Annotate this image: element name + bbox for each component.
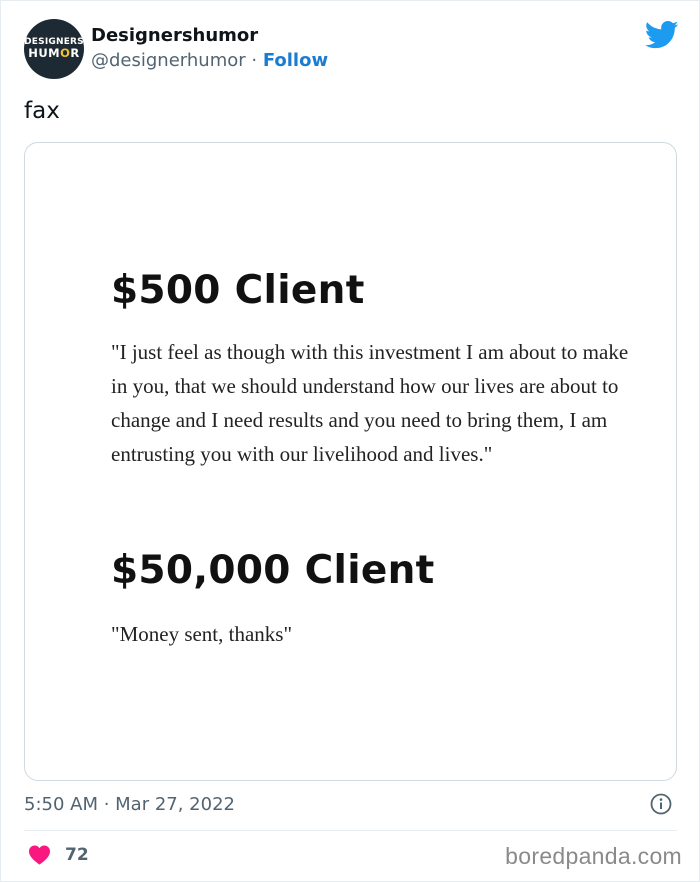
author-handle-line: @designerhumor · Follow [91, 48, 328, 74]
tweet-media-image[interactable]: $500 Client "I just feel as though with … [24, 142, 677, 781]
author-names: Designershumor @designerhumor · Follow [91, 24, 328, 74]
author-display-name[interactable]: Designershumor [91, 24, 328, 48]
like-button[interactable]: 72 [28, 844, 89, 865]
handle-separator: · [245, 50, 263, 71]
avatar[interactable]: DESIGNERS HUMOR [24, 19, 84, 79]
boredpanda-watermark: boredpanda.com [505, 843, 682, 869]
follow-button[interactable]: Follow [263, 50, 328, 71]
media-heading-50000-client: $50,000 Client [111, 548, 435, 593]
media-quote-50000-client: "Money sent, thanks" [111, 622, 293, 646]
heart-icon [29, 845, 50, 865]
like-count: 72 [65, 844, 89, 865]
tweet-timestamp[interactable]: 5:50 AM · Mar 27, 2022 [24, 792, 235, 818]
tweet-text: fax [24, 98, 60, 124]
avatar-text-line2: HUMOR [28, 46, 80, 61]
tweet-card: DESIGNERS HUMOR Designershumor @designer… [0, 0, 700, 882]
author-handle[interactable]: @designerhumor [91, 50, 246, 71]
media-quote-500-client: "I just feel as though with this investm… [111, 340, 629, 466]
media-heading-500-client: $500 Client [111, 268, 365, 313]
divider [24, 830, 677, 831]
tweet-header: DESIGNERS HUMOR Designershumor @designer… [24, 18, 679, 80]
twitter-bird-icon[interactable] [645, 20, 679, 50]
info-icon[interactable] [650, 793, 672, 815]
